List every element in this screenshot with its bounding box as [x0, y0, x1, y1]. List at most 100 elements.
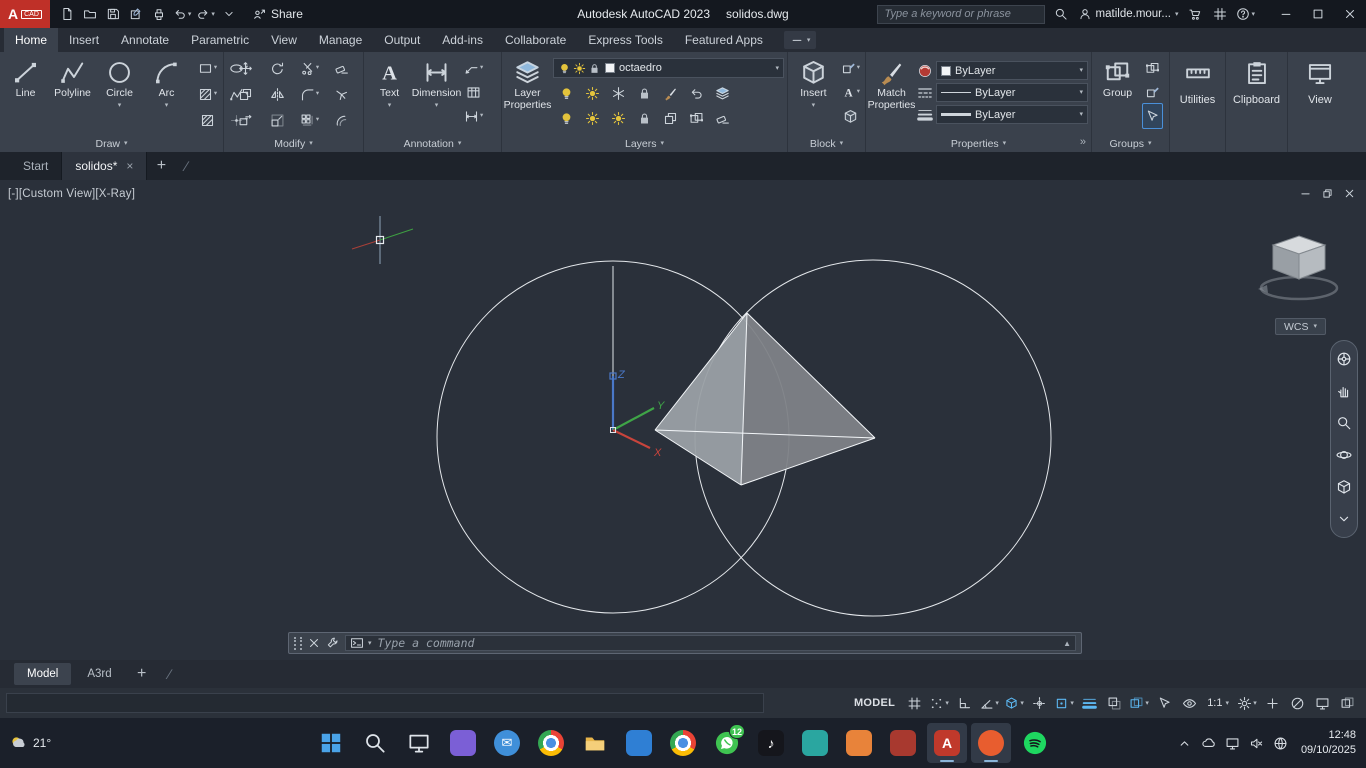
- application-menu-button[interactable]: A CAD: [0, 0, 50, 28]
- close-button[interactable]: [1334, 0, 1366, 28]
- layer-freeze-button[interactable]: [605, 81, 631, 105]
- annotation-scale-button[interactable]: 1:1▾: [1203, 697, 1233, 709]
- layer-copy-button[interactable]: [657, 106, 683, 130]
- task-view-app[interactable]: [399, 723, 439, 763]
- viewport-minimize-icon[interactable]: [1299, 187, 1312, 200]
- viewport-close-icon[interactable]: [1343, 187, 1356, 200]
- table-button[interactable]: [462, 80, 485, 104]
- annotation-visibility-button[interactable]: [1178, 692, 1200, 714]
- selection-cycling-button[interactable]: ▾: [1128, 692, 1150, 714]
- new-button[interactable]: [56, 2, 78, 26]
- ribbon-tab-parametric[interactable]: Parametric: [180, 28, 260, 52]
- arc-button[interactable]: Arc▾: [144, 56, 189, 135]
- layer-isolate-button[interactable]: [579, 81, 605, 105]
- viewport-restore-icon[interactable]: [1321, 187, 1334, 200]
- file-tab-close-icon[interactable]: ×: [126, 159, 133, 173]
- share-button[interactable]: Share: [252, 7, 303, 21]
- ungroup-button[interactable]: [1143, 56, 1162, 80]
- trim-button[interactable]: ▾: [294, 56, 326, 80]
- insert-block-button[interactable]: Insert ▾: [791, 56, 836, 135]
- object-snap-button[interactable]: ▾: [1053, 692, 1075, 714]
- annotation-monitor-button[interactable]: [1261, 692, 1283, 714]
- chrome-app[interactable]: [531, 723, 571, 763]
- layer-unisolate-button[interactable]: [579, 106, 605, 130]
- fillet-button[interactable]: ▾: [294, 82, 326, 106]
- layer-match-button[interactable]: [657, 81, 683, 105]
- ribbon-tab-insert[interactable]: Insert: [58, 28, 110, 52]
- app-orange-circle-app[interactable]: [971, 723, 1011, 763]
- drawing-area[interactable]: ZYX [-][Custom View][X-Ray] WCS▾: [0, 180, 1366, 660]
- user-menu[interactable]: matilde.mour...▾: [1075, 7, 1182, 21]
- scale-button[interactable]: [262, 108, 294, 132]
- layer-prev-button[interactable]: [683, 81, 709, 105]
- group-edit-button[interactable]: [1143, 80, 1162, 104]
- array-button[interactable]: ▾: [294, 108, 326, 132]
- navigation-wheel-button[interactable]: [1336, 351, 1352, 367]
- object-snap-tracking-button[interactable]: [1028, 692, 1050, 714]
- command-prompt-caret[interactable]: ▾: [368, 640, 372, 647]
- panel-layers-footer[interactable]: Layers▾: [502, 135, 787, 152]
- line-button[interactable]: Line: [3, 56, 48, 135]
- ribbon-tab-featured-apps[interactable]: Featured Apps: [674, 28, 774, 52]
- app-darkred-app[interactable]: [883, 723, 923, 763]
- tray-volume-button[interactable]: [1249, 736, 1264, 751]
- command-close-icon[interactable]: [307, 636, 321, 650]
- block-define-button[interactable]: [839, 104, 862, 128]
- ortho-mode-button[interactable]: [953, 692, 975, 714]
- workspace-switching-button[interactable]: ▾: [1236, 692, 1258, 714]
- block-edit-button[interactable]: ▾: [839, 56, 862, 80]
- panel-annotation-footer[interactable]: Annotation▾: [364, 135, 501, 152]
- layout-tab-a3rd[interactable]: A3rd: [74, 663, 124, 685]
- command-customize-icon[interactable]: [326, 636, 340, 650]
- undo-button[interactable]: ▾: [171, 2, 194, 26]
- erase-button[interactable]: [326, 56, 358, 80]
- clean-screen-button[interactable]: [1336, 692, 1358, 714]
- ribbon-tab-manage[interactable]: Manage: [308, 28, 373, 52]
- lineweight-dropdown[interactable]: ByLayer▾: [936, 105, 1088, 124]
- minimize-button[interactable]: [1270, 0, 1302, 28]
- grid-display-button[interactable]: [903, 692, 925, 714]
- hatch-button[interactable]: ▾: [192, 82, 223, 106]
- polyline-button[interactable]: Polyline: [50, 56, 95, 135]
- file-explorer-app[interactable]: [575, 723, 615, 763]
- ribbon-tab-home[interactable]: Home: [4, 28, 58, 52]
- app-multicolor-app[interactable]: [663, 723, 703, 763]
- ribbon-tab-output[interactable]: Output: [373, 28, 431, 52]
- layer-thaw-button[interactable]: [605, 106, 631, 130]
- panel-draw-footer[interactable]: Draw▾: [0, 135, 223, 152]
- tray-cloud-button[interactable]: [1201, 736, 1216, 751]
- taskbar-clock[interactable]: 12:48 09/10/2025: [1301, 728, 1356, 758]
- weather-widget[interactable]: 21°: [10, 718, 51, 768]
- viewcube[interactable]: [1253, 224, 1348, 310]
- file-tab-start[interactable]: Start: [10, 152, 62, 180]
- rectangle-button[interactable]: ▾: [192, 56, 223, 80]
- ribbon-tab-view[interactable]: View: [260, 28, 308, 52]
- app-orange-app[interactable]: [839, 723, 879, 763]
- match-properties-button[interactable]: MatchProperties: [869, 56, 914, 135]
- graphics-performance-button[interactable]: [1311, 692, 1333, 714]
- viewport-controls[interactable]: [-][Custom View][X-Ray]: [8, 188, 135, 200]
- start-app[interactable]: [311, 723, 351, 763]
- group-select-button[interactable]: [1143, 104, 1162, 128]
- rotate-button[interactable]: [262, 56, 294, 80]
- offset-button[interactable]: [326, 108, 358, 132]
- layer-select-dropdown[interactable]: octaedro ▾: [553, 58, 784, 78]
- navbar-menu-button[interactable]: [1336, 511, 1352, 527]
- dimension-style-button[interactable]: ▾: [462, 104, 485, 128]
- save-as-button[interactable]: [125, 2, 147, 26]
- app-purple-app[interactable]: [443, 723, 483, 763]
- layer-delete-button[interactable]: [709, 106, 735, 130]
- layer-walk-button[interactable]: [709, 81, 735, 105]
- transparency-button[interactable]: [1103, 692, 1125, 714]
- tray-language-button[interactable]: [1273, 736, 1288, 751]
- ribbon-tab-annotate[interactable]: Annotate: [110, 28, 180, 52]
- isometric-drafting-button[interactable]: ▾: [1003, 692, 1025, 714]
- panel-modify-footer[interactable]: Modify▾: [224, 135, 363, 152]
- wcs-dropdown[interactable]: WCS▾: [1275, 318, 1326, 335]
- command-line-grip[interactable]: [294, 637, 302, 650]
- block-attributes-button[interactable]: A▾: [839, 80, 862, 104]
- layout-tab-model[interactable]: Model: [14, 663, 71, 685]
- panel-groups-footer[interactable]: Groups▾: [1092, 135, 1169, 152]
- qat-menu-button[interactable]: [218, 2, 240, 26]
- ribbon-tab-express-tools[interactable]: Express Tools: [577, 28, 673, 52]
